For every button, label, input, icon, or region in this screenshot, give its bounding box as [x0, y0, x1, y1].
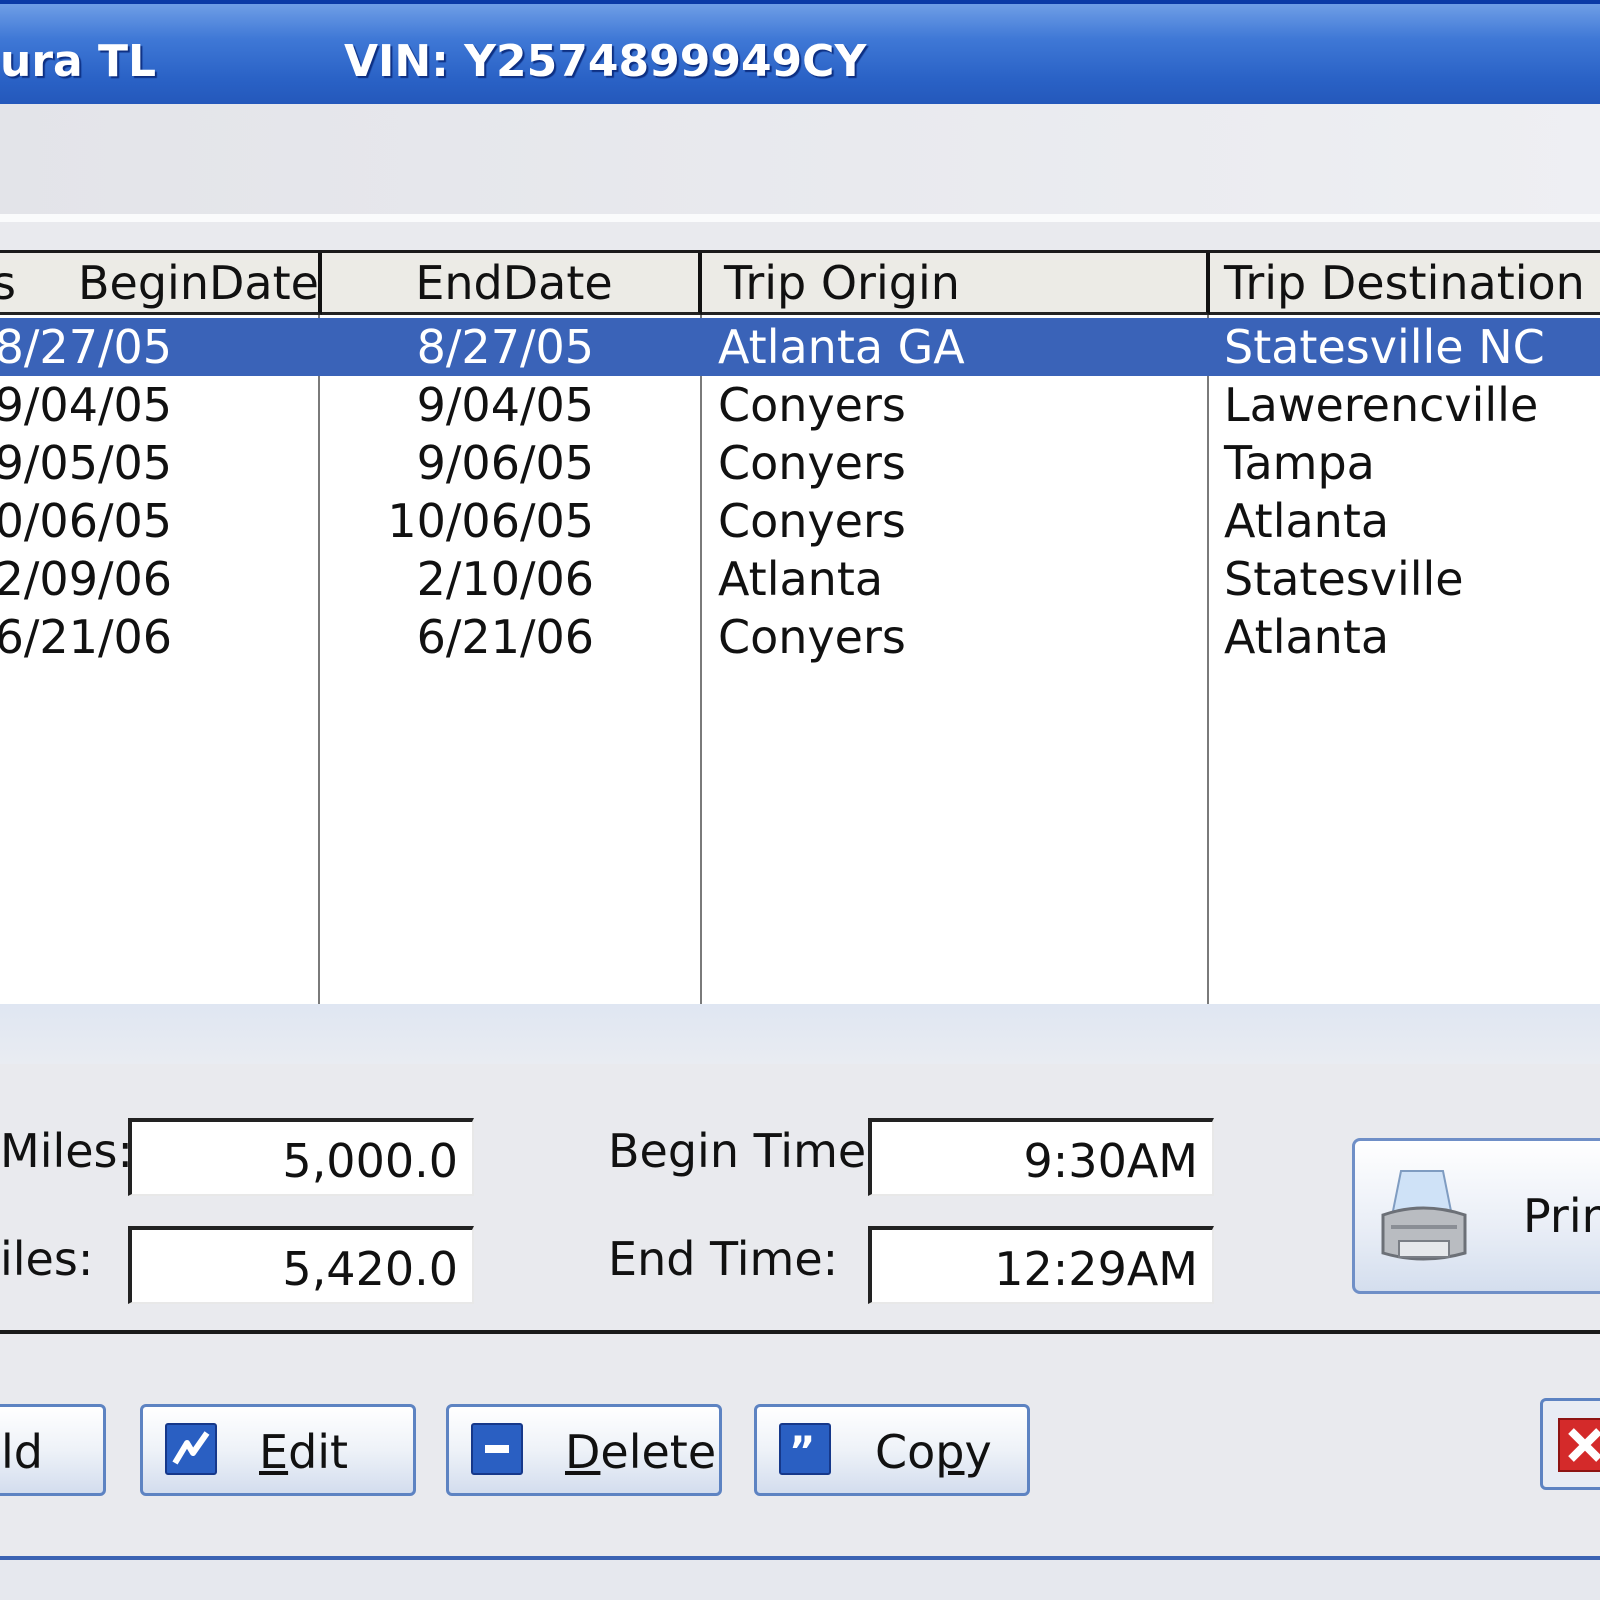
cell-trip-destination: Statesville [1224, 552, 1464, 606]
cell-trip-origin: Conyers [718, 494, 906, 548]
delete-button-label: Delete [565, 1425, 717, 1479]
cell-begin-date: 8/27/05 [0, 320, 172, 374]
cell-trip-origin: Conyers [718, 378, 906, 432]
add-button[interactable]: ld [0, 1404, 106, 1496]
window-title-model: ura TL [0, 36, 157, 87]
print-button-label: Prin [1523, 1189, 1600, 1243]
cell-begin-date: 10/06/05 [0, 494, 172, 548]
begin-time-label: Begin Time: [608, 1124, 882, 1178]
table-row[interactable]: 2/09/06 2/10/06 Atlanta Statesville [0, 550, 1600, 608]
copy-button[interactable]: ” Copy [754, 1404, 1030, 1496]
cell-trip-origin: Conyers [718, 436, 906, 490]
close-button[interactable] [1540, 1398, 1600, 1490]
table-row[interactable]: 9/05/05 9/06/05 Conyers Tampa [0, 434, 1600, 492]
trip-grid[interactable]: s BeginDate EndDate Trip Origin Trip Des… [0, 250, 1600, 1005]
cell-end-date: 6/21/06 [416, 610, 594, 664]
table-row[interactable]: 9/04/05 9/04/05 Conyers Lawerencville [0, 376, 1600, 434]
edit-icon [165, 1423, 217, 1475]
cell-trip-origin: Atlanta [718, 552, 884, 606]
table-row[interactable]: 10/06/05 10/06/05 Conyers Atlanta [0, 492, 1600, 550]
cell-begin-date: 2/09/06 [0, 552, 172, 606]
cell-begin-date: 6/21/06 [0, 610, 172, 664]
cell-trip-origin: Conyers [718, 610, 906, 664]
column-header-begin-date[interactable]: s BeginDate [0, 253, 322, 315]
column-header-trip-destination[interactable]: Trip Destination [1210, 253, 1600, 315]
close-icon [1558, 1418, 1600, 1472]
window-bottom-edge [0, 1556, 1600, 1600]
cell-trip-destination: Statesville NC [1224, 320, 1545, 374]
begin-time-field[interactable]: 9:30AM [868, 1118, 1214, 1196]
cell-trip-destination: Atlanta [1224, 610, 1390, 664]
begin-miles-label: Miles: [0, 1124, 134, 1178]
column-header-end-date[interactable]: EndDate [322, 253, 702, 315]
toolbar-area [0, 104, 1600, 216]
grid-footer-band [0, 1004, 1600, 1064]
cell-begin-date: 9/04/05 [0, 378, 172, 432]
copy-icon: ” [779, 1423, 831, 1475]
cell-trip-destination: Lawerencville [1224, 378, 1539, 432]
window-title-vin: VIN: Y2574899949CY [344, 36, 867, 87]
cell-end-date: 2/10/06 [416, 552, 594, 606]
cell-trip-origin: Atlanta GA [718, 320, 965, 374]
cell-trip-destination: Atlanta [1224, 494, 1390, 548]
section-divider [0, 1330, 1600, 1334]
end-time-field[interactable]: 12:29AM [868, 1226, 1214, 1304]
end-miles-label: iles: [0, 1232, 94, 1286]
cell-trip-destination: Tampa [1224, 436, 1375, 490]
column-header-begin-date-label: BeginDate [78, 256, 319, 310]
svg-text:”: ” [789, 1429, 815, 1473]
end-miles-field[interactable]: 5,420.0 [128, 1226, 474, 1304]
print-button[interactable]: Prin [1352, 1138, 1600, 1294]
cell-end-date: 10/06/05 [387, 494, 594, 548]
end-time-label: End Time: [608, 1232, 839, 1286]
cell-end-date: 9/04/05 [416, 378, 594, 432]
printer-icon [1381, 1170, 1467, 1261]
begin-miles-field[interactable]: 5,000.0 [128, 1118, 474, 1196]
edit-button-label: Edit [259, 1425, 349, 1479]
window-title-bar: ura TL VIN: Y2574899949CY [0, 0, 1600, 104]
delete-icon [471, 1423, 523, 1475]
column-header-previous: s [0, 253, 16, 312]
cell-end-date: 9/06/05 [416, 436, 594, 490]
separator [0, 214, 1600, 222]
cell-end-date: 8/27/05 [416, 320, 594, 374]
column-header-trip-origin[interactable]: Trip Origin [702, 253, 1210, 315]
table-row-selected[interactable]: 8/27/05 8/27/05 Atlanta GA Statesville N… [0, 318, 1600, 376]
edit-button[interactable]: Edit [140, 1404, 416, 1496]
cell-begin-date: 9/05/05 [0, 436, 172, 490]
copy-button-label: Copy [875, 1425, 992, 1479]
table-row[interactable]: 6/21/06 6/21/06 Conyers Atlanta [0, 608, 1600, 666]
add-button-label: ld [1, 1425, 43, 1479]
delete-button[interactable]: Delete [446, 1404, 722, 1496]
